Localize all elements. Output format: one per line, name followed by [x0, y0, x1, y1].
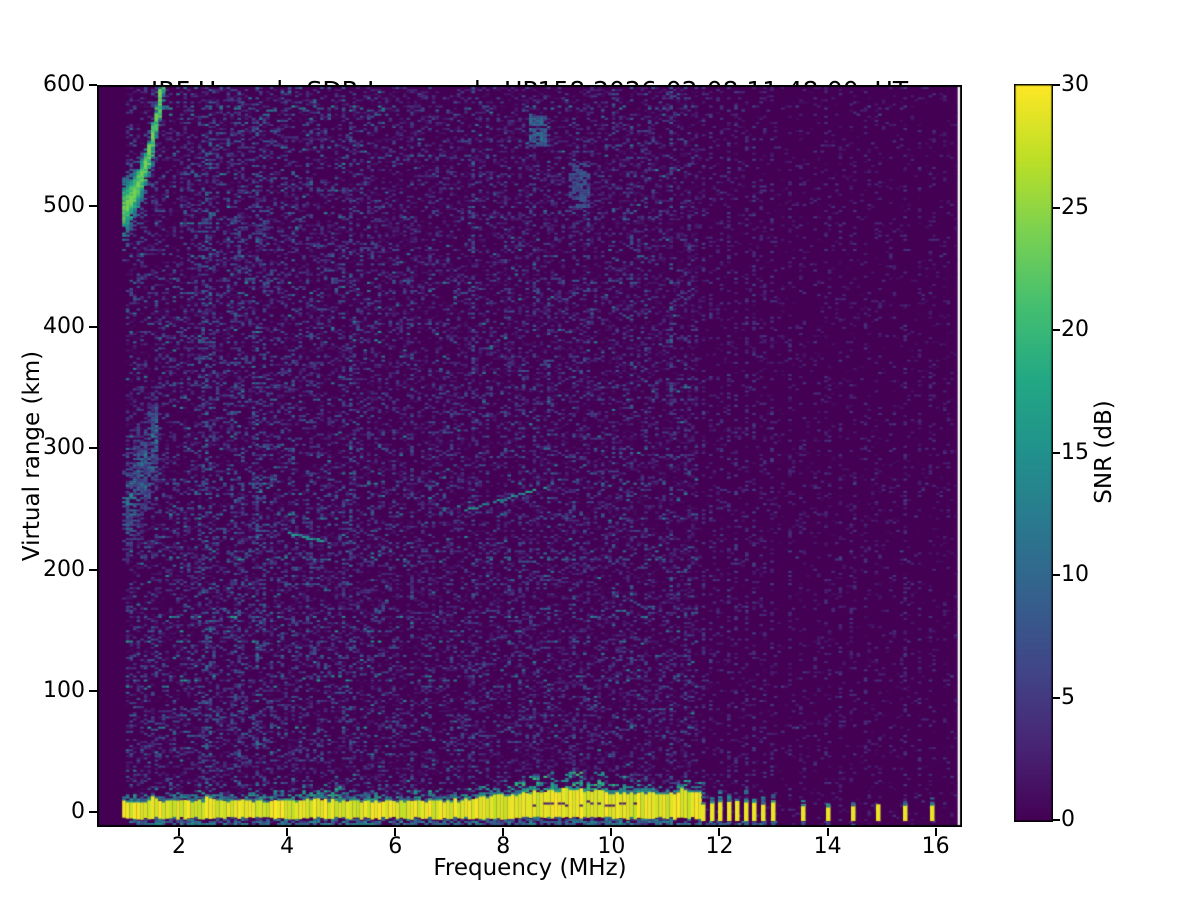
figure-page: { "title": { "line1": "IRF Uppsala SDR I… — [0, 0, 1200, 900]
colorbar-tick-mark — [1053, 329, 1060, 331]
y-tick-mark — [89, 568, 97, 571]
colorbar-tick-label: 25 — [1061, 194, 1089, 220]
y-tick-label: 600 — [43, 72, 85, 97]
y-tick-label: 0 — [71, 798, 85, 824]
x-tick-label: 4 — [280, 834, 295, 859]
y-tick-mark — [89, 689, 97, 692]
y-tick-mark — [89, 205, 97, 208]
x-tick-label: 14 — [813, 834, 842, 859]
y-tick-mark — [89, 84, 97, 86]
y-tick-mark — [89, 326, 97, 329]
colorbar-tick-label: 5 — [1061, 684, 1075, 710]
x-tick-label: 2 — [171, 834, 186, 859]
y-tick-label: 400 — [43, 314, 85, 340]
colorbar-label: SNR (dB) — [1091, 400, 1117, 504]
x-axis-label: Frequency (MHz) — [433, 855, 627, 881]
colorbar-tick-label: 10 — [1061, 562, 1089, 587]
y-axis-label: Virtual range (km) — [19, 350, 45, 562]
colorbar-gradient — [1014, 84, 1053, 822]
colorbar-tick-mark — [1053, 84, 1060, 86]
colorbar-tick-label: 0 — [1061, 807, 1075, 832]
colorbar-tick-label: 20 — [1061, 317, 1089, 342]
colorbar-tick-mark — [1053, 206, 1060, 209]
colorbar-tick-mark — [1053, 696, 1060, 699]
colorbar-tick-mark — [1053, 574, 1060, 576]
y-tick-label: 500 — [43, 193, 85, 219]
y-tick-label: 100 — [43, 677, 85, 703]
ionogram-heatmap — [97, 85, 962, 827]
y-tick-mark — [89, 810, 97, 813]
colorbar-tick-mark — [1053, 819, 1060, 821]
colorbar-tick-mark — [1053, 451, 1060, 454]
x-tick-label: 16 — [921, 834, 950, 859]
colorbar-tick-label: 30 — [1061, 72, 1089, 97]
y-tick-mark — [89, 447, 97, 450]
